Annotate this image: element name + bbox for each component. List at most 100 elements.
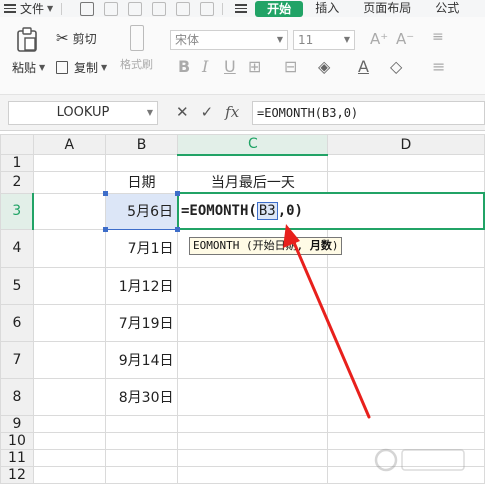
cell[interactable] <box>104 431 179 450</box>
italic-icon[interactable]: I <box>202 57 208 76</box>
cell[interactable] <box>32 171 106 194</box>
cell[interactable] <box>177 303 329 342</box>
cell[interactable] <box>177 377 329 416</box>
cell[interactable] <box>177 340 329 379</box>
cut-button[interactable]: ✂ 剪切 <box>56 29 97 47</box>
date-cell[interactable]: 9月14日 <box>104 340 179 379</box>
tab-insert[interactable]: 插入 <box>303 0 351 17</box>
editing-formula-cell-c3[interactable]: =EOMONTH(B3,0) <box>176 192 485 230</box>
print-preview-icon[interactable] <box>152 1 167 16</box>
cell[interactable] <box>177 448 329 467</box>
row-header-5[interactable]: 5 <box>0 266 34 305</box>
bold-icon[interactable]: B <box>178 57 190 76</box>
tab-home[interactable]: 开始 <box>255 0 304 17</box>
row-header-6[interactable]: 6 <box>0 303 34 342</box>
cell[interactable] <box>32 340 106 379</box>
cell[interactable] <box>327 228 485 268</box>
confirm-icon[interactable]: ✓ <box>201 103 214 121</box>
font-color-icon[interactable]: A <box>358 57 369 76</box>
cell[interactable] <box>104 414 179 433</box>
column-header-b[interactable]: B <box>104 134 179 155</box>
date-cell[interactable]: 1月12日 <box>104 266 179 305</box>
cell[interactable] <box>32 448 106 467</box>
column-header-a[interactable]: A <box>32 134 106 155</box>
cell[interactable] <box>327 377 485 416</box>
date-cell[interactable]: 7月1日 <box>104 228 179 268</box>
row-header-4[interactable]: 4 <box>0 228 34 268</box>
cell[interactable] <box>104 465 179 484</box>
cell[interactable] <box>327 154 485 172</box>
date-cell[interactable]: 7月19日 <box>104 303 179 342</box>
cell[interactable] <box>327 266 485 305</box>
cell[interactable] <box>32 414 106 433</box>
clear-format-icon[interactable]: ◇ <box>390 57 402 76</box>
borders-icon[interactable]: ⊞ <box>248 57 261 76</box>
cell[interactable] <box>177 154 329 172</box>
cell[interactable] <box>32 154 106 172</box>
cell[interactable] <box>32 465 106 484</box>
copy-button[interactable]: 复制 ▼ <box>56 59 107 76</box>
paste-icon[interactable] <box>16 27 38 53</box>
increase-font-icon[interactable]: A⁺ <box>370 30 388 48</box>
cancel-icon[interactable]: ✕ <box>176 103 189 121</box>
row-header-2[interactable]: 2 <box>0 171 34 194</box>
cell[interactable] <box>104 448 179 467</box>
row-header-1[interactable]: 1 <box>0 154 34 172</box>
cell[interactable] <box>32 377 106 416</box>
date-cell[interactable]: 8月30日 <box>104 377 179 416</box>
cell[interactable] <box>32 303 106 342</box>
font-name-select[interactable]: 宋体 ▼ <box>170 30 288 50</box>
row-header-10[interactable]: 10 <box>0 431 34 450</box>
month-end-header-cell[interactable]: 当月最后一天 <box>177 171 329 194</box>
merge-icon[interactable]: ⊟ <box>284 57 297 76</box>
file-menu-button[interactable]: 文件 ▼ <box>0 0 53 17</box>
print-icon[interactable] <box>128 1 143 16</box>
export-icon[interactable] <box>104 1 119 16</box>
select-all-corner[interactable] <box>0 134 34 155</box>
align-top-icon[interactable]: ≡ <box>432 29 444 45</box>
cell[interactable] <box>104 154 179 172</box>
undo-icon[interactable] <box>176 1 191 16</box>
row-header-12[interactable]: 12 <box>0 465 34 484</box>
more-menu-icon[interactable] <box>235 4 248 13</box>
name-box[interactable]: LOOKUP ▼ <box>8 101 158 125</box>
cell[interactable] <box>327 414 485 433</box>
redo-icon[interactable] <box>200 1 215 16</box>
menu-bar: 文件 ▼ 开始 插入 页面布局 公式 <box>0 0 485 17</box>
insert-function-icon[interactable]: fx <box>225 103 239 121</box>
align-left-icon[interactable]: ≡ <box>432 57 445 76</box>
formula-input[interactable]: =EOMONTH(B3,0) <box>252 101 485 125</box>
cell[interactable] <box>327 303 485 342</box>
underline-icon[interactable]: U <box>224 57 236 76</box>
cell[interactable] <box>32 266 106 305</box>
save-icon[interactable] <box>80 1 95 16</box>
tab-page-layout[interactable]: 页面布局 <box>351 0 423 17</box>
fill-color-icon[interactable]: ◈ <box>318 57 330 76</box>
paste-button[interactable]: 粘贴 ▼ <box>12 59 45 76</box>
cell[interactable] <box>32 192 106 230</box>
row-header-7[interactable]: 7 <box>0 340 34 379</box>
resize-handle[interactable] <box>102 190 108 196</box>
cell[interactable] <box>177 465 329 484</box>
date-column-header-cell[interactable]: 日期 <box>104 171 179 194</box>
format-painter-button[interactable]: 格式刷 <box>120 25 153 72</box>
cell[interactable] <box>177 414 329 433</box>
cell[interactable] <box>177 266 329 305</box>
row-header-8[interactable]: 8 <box>0 377 34 416</box>
resize-handle[interactable] <box>102 226 108 232</box>
row-header-11[interactable]: 11 <box>0 448 34 467</box>
row-header-9[interactable]: 9 <box>0 414 34 433</box>
tooltip-text: EOMONTH (开始日期, <box>193 239 310 252</box>
font-size-select[interactable]: 11 ▼ <box>293 30 355 50</box>
cell[interactable] <box>177 431 329 450</box>
row-header-3[interactable]: 3 <box>0 192 35 230</box>
referenced-date-cell-b3[interactable]: 5月6日 <box>102 190 180 232</box>
cell[interactable] <box>327 171 485 194</box>
column-header-c[interactable]: C <box>177 134 329 156</box>
tab-formulas[interactable]: 公式 <box>423 0 471 17</box>
column-header-d[interactable]: D <box>327 134 485 155</box>
decrease-font-icon[interactable]: A⁻ <box>396 30 414 48</box>
cell[interactable] <box>327 340 485 379</box>
cell[interactable] <box>32 228 106 268</box>
cell[interactable] <box>32 431 106 450</box>
